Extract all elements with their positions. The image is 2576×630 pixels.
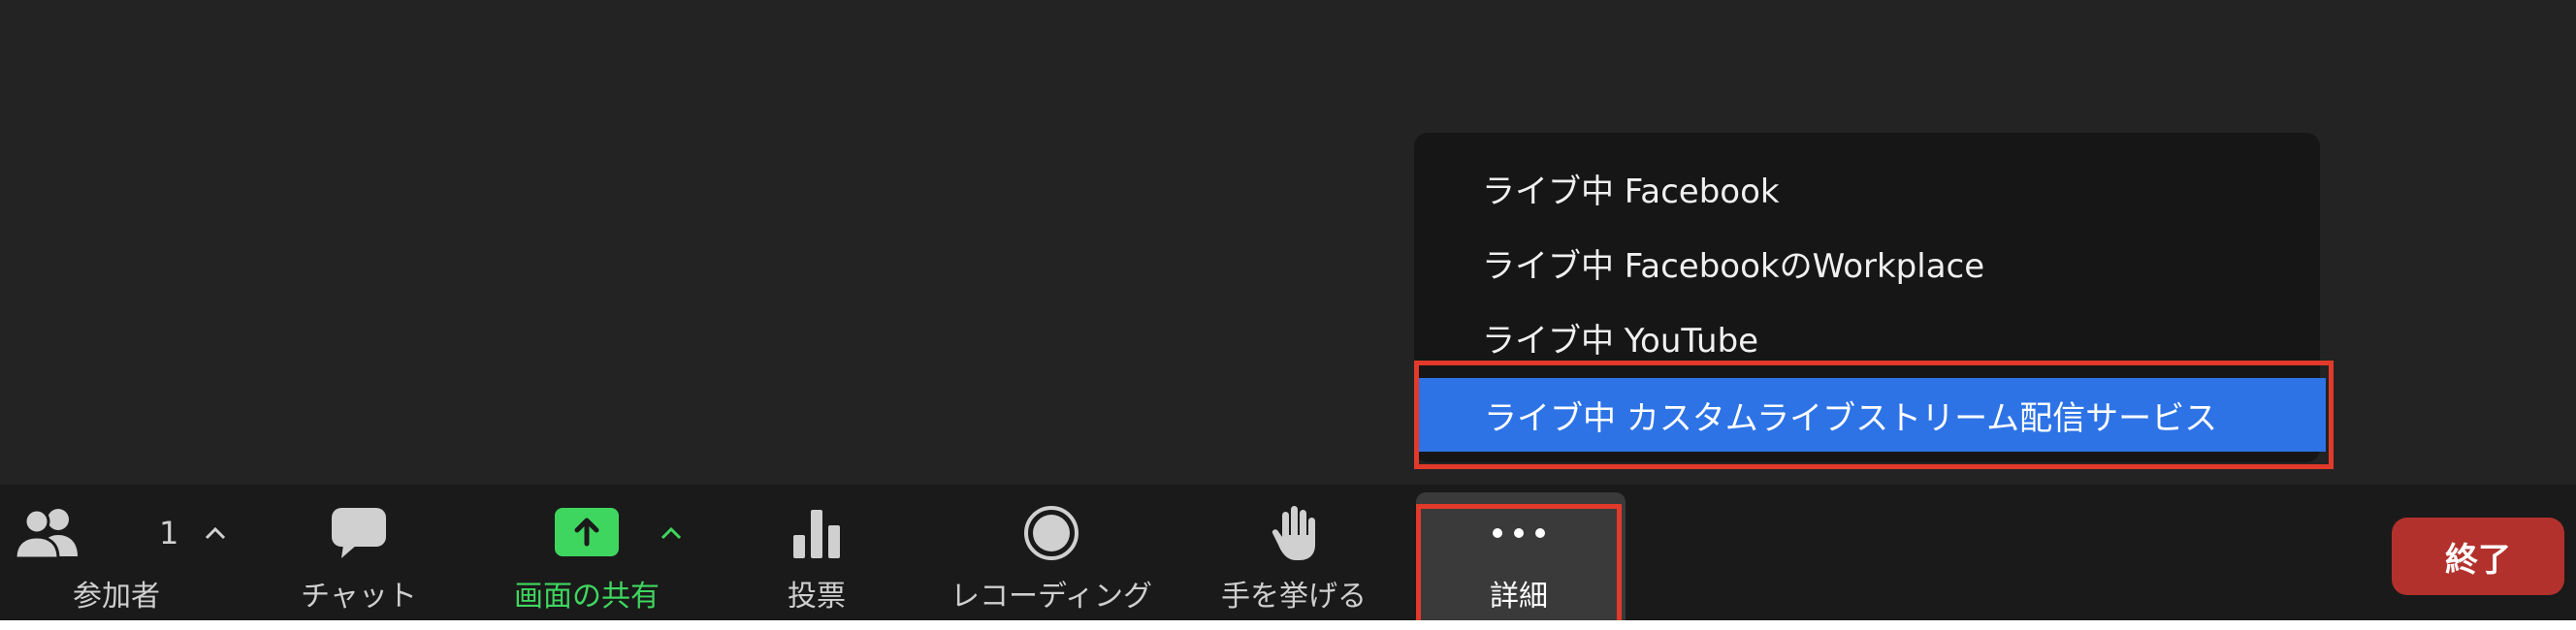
record-icon[interactable]	[1022, 504, 1080, 562]
menu-item-label: ライブ中 Facebook	[1482, 172, 1780, 211]
participants-count: 1	[159, 515, 179, 551]
window-bottom-edge	[0, 620, 2576, 630]
live-streaming-menu: ライブ中 Facebook ライブ中 FacebookのWorkplace ライ…	[1414, 133, 2326, 462]
chevron-up-icon	[660, 526, 682, 540]
end-meeting-button[interactable]: 終了	[2392, 518, 2564, 595]
hand-icon[interactable]	[1271, 502, 1321, 562]
share-screen-options-caret[interactable]	[660, 506, 683, 560]
recording-label: レコーディング	[950, 580, 1152, 614]
participants-icon	[14, 506, 81, 560]
menu-item-label: ライブ中 カスタムライブストリーム配信サービス	[1484, 398, 2218, 438]
bar-chart-icon[interactable]	[791, 506, 842, 560]
chevron-up-icon	[205, 526, 226, 540]
menu-item-label: ライブ中 FacebookのWorkplace	[1482, 246, 1985, 286]
participants-label: 参加者	[73, 580, 160, 614]
polling-label: 投票	[788, 580, 846, 614]
share-screen-label: 画面の共有	[514, 580, 660, 614]
menu-item-live-workplace[interactable]: ライブ中 FacebookのWorkplace	[1414, 226, 2320, 299]
more-dots-icon[interactable]	[1490, 523, 1548, 543]
share-screen-icon[interactable]	[555, 508, 619, 556]
menu-item-live-custom-service[interactable]: ライブ中 カスタムライブストリーム配信サービス	[1416, 378, 2326, 452]
menu-item-live-youtube[interactable]: ライブ中 YouTube	[1414, 300, 2320, 374]
participants-options-caret[interactable]	[204, 506, 227, 560]
more-label: 詳細	[1490, 580, 1548, 614]
participants-button[interactable]	[14, 0, 165, 560]
raise-hand-label: 手を挙げる	[1221, 580, 1367, 614]
chat-icon[interactable]	[330, 506, 388, 560]
menu-item-live-facebook[interactable]: ライブ中 Facebook	[1414, 151, 2320, 225]
chat-label: チャット	[301, 580, 417, 614]
menu-item-label: ライブ中 YouTube	[1482, 321, 1759, 361]
